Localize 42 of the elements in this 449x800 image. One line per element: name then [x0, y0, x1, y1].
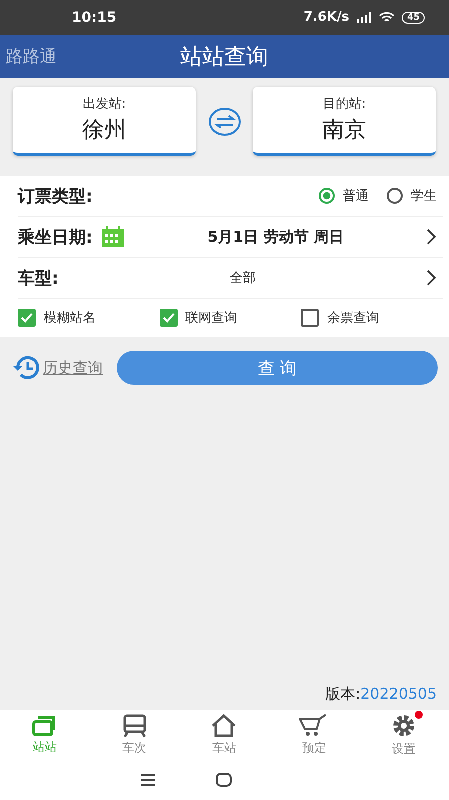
departure-station-field[interactable]: 出发站: 徐州	[13, 87, 196, 156]
tab[interactable]: 车站	[180, 710, 270, 760]
home-icon	[211, 714, 238, 738]
checkmark-icon	[162, 313, 175, 323]
menu-icon[interactable]	[140, 774, 156, 786]
signal-icon	[356, 12, 372, 23]
date-label: 乘坐日期:	[18, 226, 93, 248]
chevron-right-icon	[427, 270, 437, 286]
history-link[interactable]: 历史查询	[43, 358, 103, 378]
tab[interactable]: 车次	[90, 710, 180, 760]
destination-station-field[interactable]: 目的站: 南京	[253, 87, 436, 156]
chevron-right-icon	[427, 229, 437, 245]
radio-option[interactable]: 普通	[319, 187, 369, 205]
checkmark-icon	[21, 313, 33, 323]
date-value: 5月1日 劳动节 周日	[206, 228, 346, 246]
checkbox-option[interactable]: 联网查询	[160, 309, 302, 327]
gear-icon	[391, 712, 418, 738]
ticket-type-label: 订票类型:	[18, 186, 93, 208]
windows-icon	[32, 714, 58, 736]
date-row[interactable]: 乘坐日期: 5月1日 劳动节 周日	[18, 217, 443, 258]
tab[interactable]: 设置	[359, 710, 449, 760]
checkbox-option[interactable]: 余票查询	[301, 309, 444, 327]
wifi-icon	[379, 12, 396, 24]
radio-option[interactable]: 学生	[387, 187, 437, 205]
train-icon	[122, 714, 147, 738]
train-type-row[interactable]: 车型: 全部	[18, 258, 443, 299]
home-button-icon[interactable]	[216, 773, 232, 787]
tab[interactable]: 预定	[269, 710, 360, 760]
calendar-icon	[100, 226, 125, 248]
cart-icon	[299, 714, 330, 738]
version-number: 20220505	[360, 685, 437, 703]
network-speed: 7.6K/s	[304, 10, 350, 25]
checkbox-option[interactable]: 模糊站名	[18, 309, 160, 327]
history-icon[interactable]	[11, 355, 41, 381]
status-time: 10:15	[72, 10, 117, 26]
swap-icon[interactable]	[208, 106, 242, 136]
page-title: 站站查询	[180, 44, 268, 72]
train-type-value: 全部	[228, 270, 257, 287]
battery-level: 45	[402, 12, 425, 24]
train-type-label: 车型:	[18, 268, 59, 290]
version-label: 版本:	[326, 685, 361, 703]
app-name: 路路通	[6, 46, 57, 68]
